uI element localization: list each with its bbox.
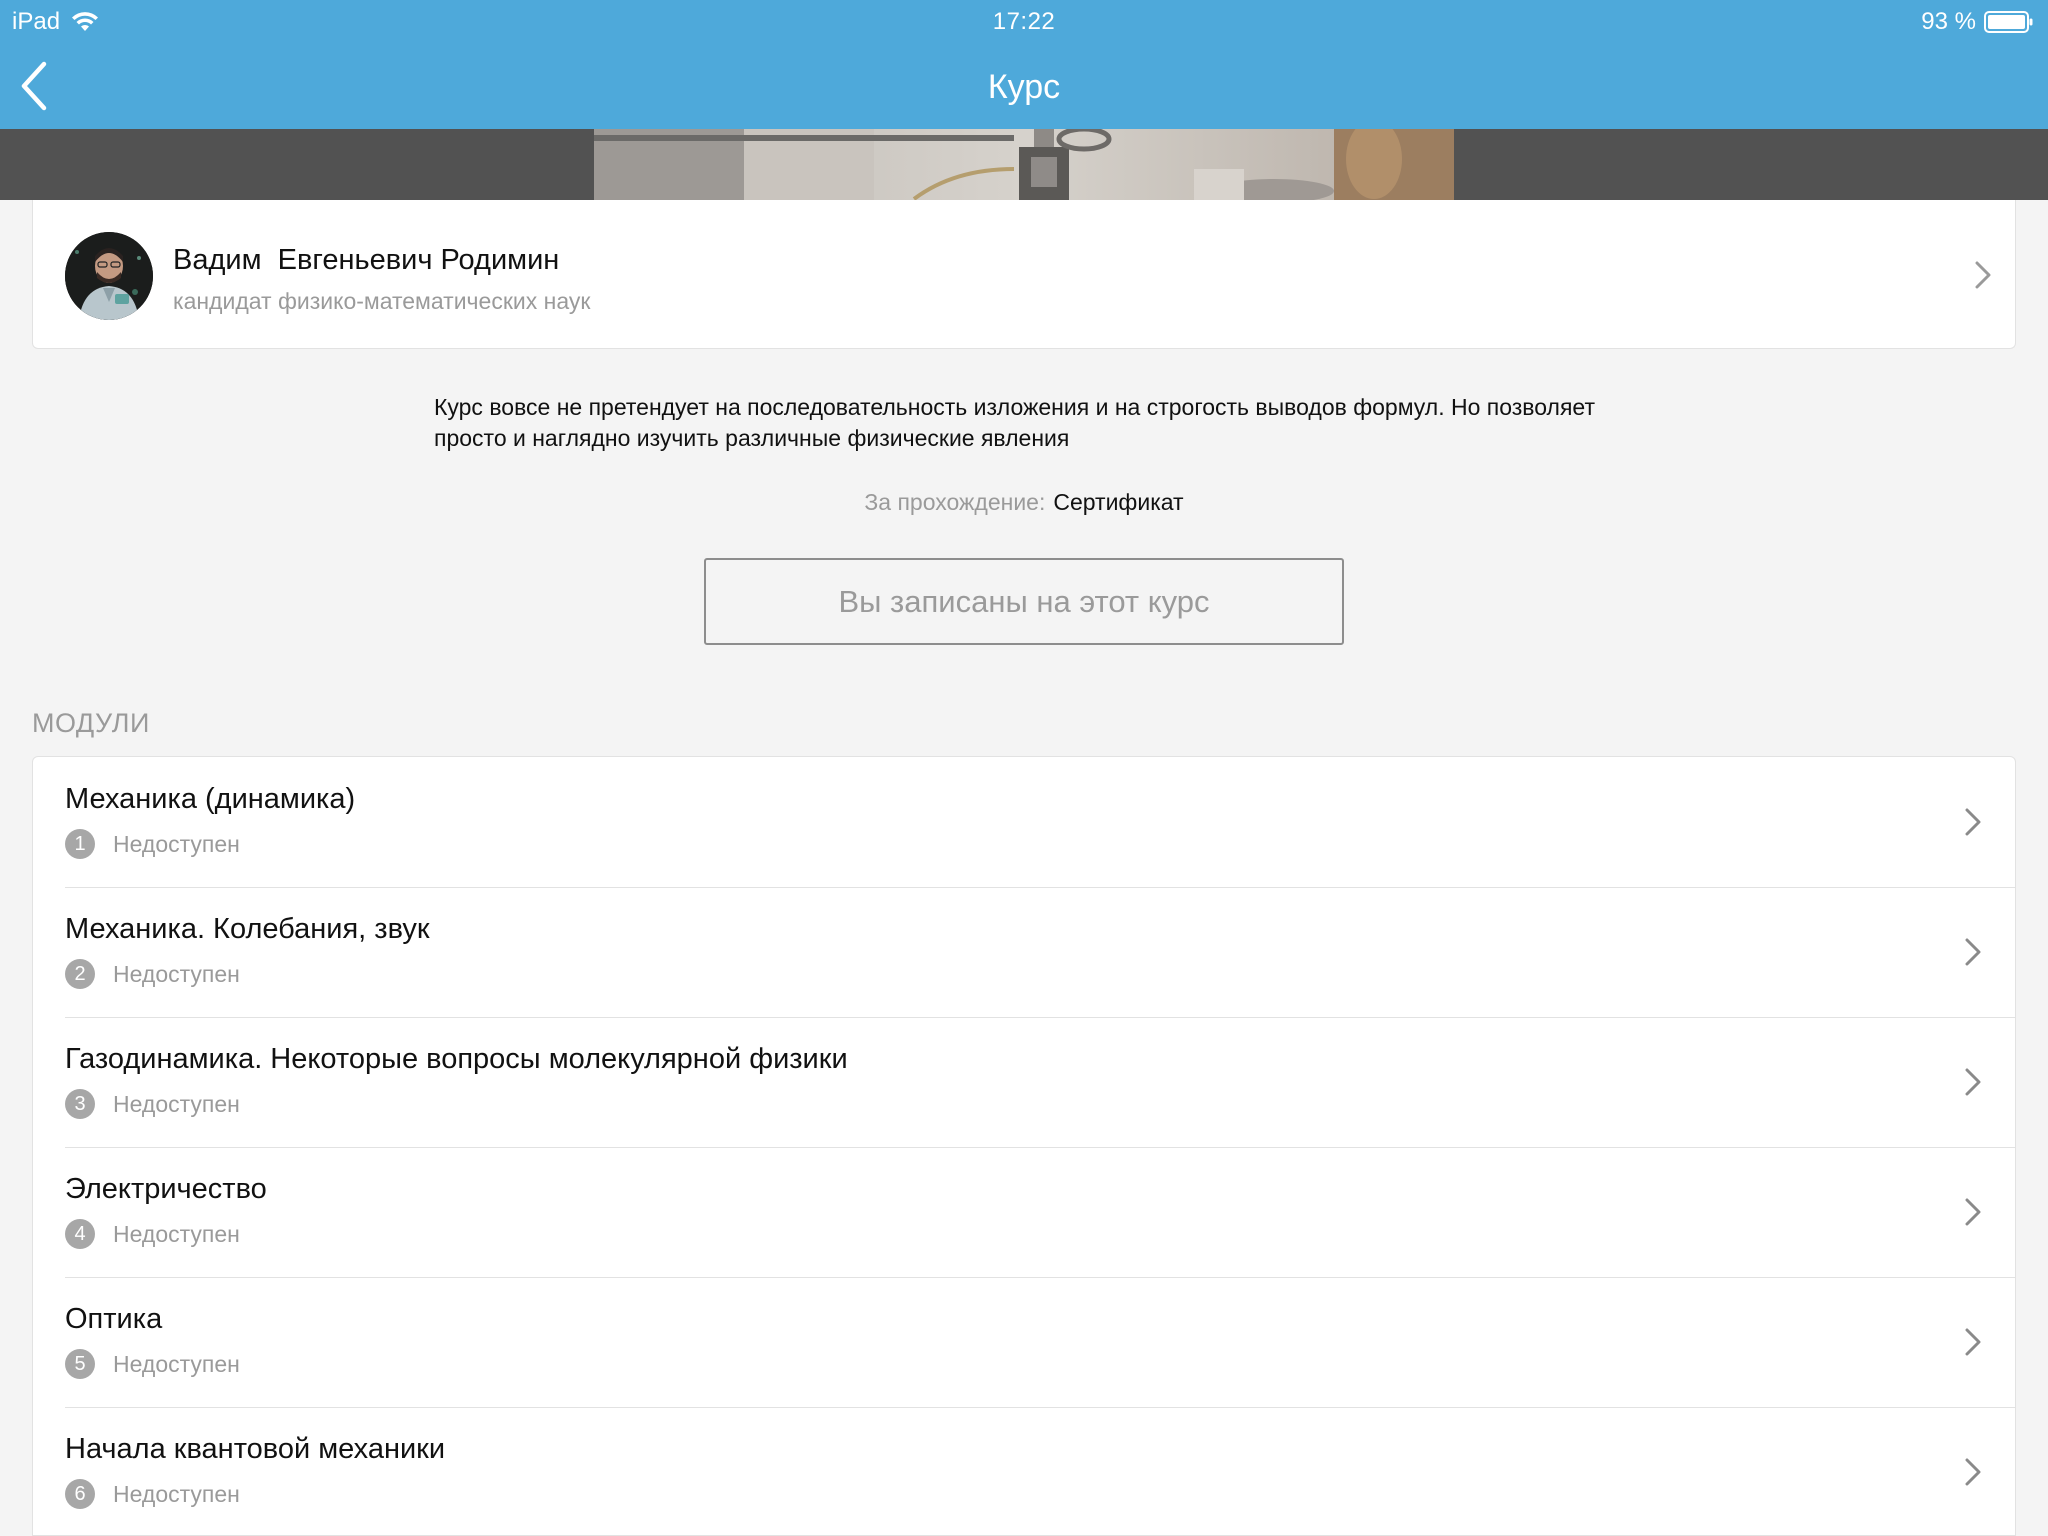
enrolled-button[interactable]: Вы записаны на этот курс xyxy=(704,558,1344,645)
module-title: Механика. Колебания, звук xyxy=(65,913,430,945)
module-status: Недоступен xyxy=(113,960,240,987)
module-status: Недоступен xyxy=(113,1480,240,1507)
module-status-row: 2 Недоступен xyxy=(65,959,240,989)
module-status-row: 5 Недоступен xyxy=(65,1349,240,1379)
module-item[interactable]: Механика (динамика) 1 Недоступен xyxy=(33,757,2015,887)
module-number-badge: 5 xyxy=(65,1349,95,1379)
module-title: Механика (динамика) xyxy=(65,783,356,815)
module-item[interactable]: Газодинамика. Некоторые вопросы молекуля… xyxy=(33,1017,2015,1147)
module-item[interactable]: Механика. Колебания, звук 2 Недоступен xyxy=(33,887,2015,1017)
module-status-row: 1 Недоступен xyxy=(65,829,240,859)
module-number-badge: 1 xyxy=(65,829,95,859)
module-status: Недоступен xyxy=(113,830,240,857)
chevron-right-icon xyxy=(1965,938,1981,966)
module-status-row: 6 Недоступен xyxy=(65,1479,240,1509)
course-description: Курс вовсе не претендует на последовател… xyxy=(434,394,1595,451)
chevron-right-icon xyxy=(1965,1458,1981,1486)
module-status: Недоступен xyxy=(113,1220,240,1247)
chevron-right-icon xyxy=(1965,1068,1981,1096)
nav-bar: Курс xyxy=(0,42,2048,129)
chevron-right-icon xyxy=(1965,1328,1981,1356)
module-title: Газодинамика. Некоторые вопросы молекуля… xyxy=(65,1043,848,1075)
module-title: Оптика xyxy=(65,1303,163,1335)
status-battery: 93 % xyxy=(1921,8,2034,36)
module-title: Начала квантовой механики xyxy=(65,1433,446,1465)
module-status: Недоступен xyxy=(113,1090,240,1117)
page-title: Курс xyxy=(987,68,1061,106)
module-number-badge: 4 xyxy=(65,1219,95,1249)
module-number-badge: 3 xyxy=(65,1089,95,1119)
chevron-right-icon xyxy=(1965,808,1981,836)
module-item[interactable]: Начала квантовой механики 6 Недоступен xyxy=(33,1407,2015,1535)
instructor-name: Вадим Евгеньевич Родимин xyxy=(173,244,560,276)
status-bar: iPad 17:22 93 % xyxy=(0,0,2048,42)
status-time: 17:22 xyxy=(992,8,1056,35)
module-item[interactable]: Электричество 4 Недоступен xyxy=(33,1147,2015,1277)
instructor-avatar xyxy=(65,232,153,320)
completion-label: За прохождение: xyxy=(864,489,1046,515)
completion-row: За прохождение: Сертификат xyxy=(0,489,2048,516)
modules-list: Механика (динамика) 1 Недоступен Механик… xyxy=(32,756,2016,1536)
module-title: Электричество xyxy=(65,1173,267,1205)
battery-percent: 93 % xyxy=(1921,8,1976,35)
module-status-row: 4 Недоступен xyxy=(65,1219,240,1249)
course-cover-strip xyxy=(0,129,2048,200)
modules-header: МОДУЛИ xyxy=(32,708,150,738)
module-number-badge: 2 xyxy=(65,959,95,989)
module-number-badge: 6 xyxy=(65,1479,95,1509)
module-status: Недоступен xyxy=(113,1350,240,1377)
battery-icon xyxy=(1984,11,2033,33)
instructor-card[interactable]: Вадим Евгеньевич Родимин кандидат физико… xyxy=(32,200,2016,349)
top-bar: iPad 17:22 93 % Курс xyxy=(0,0,2048,129)
course-cover-image xyxy=(594,129,1454,200)
chevron-right-icon xyxy=(1965,1198,1981,1226)
module-item[interactable]: Оптика 5 Недоступен xyxy=(33,1277,2015,1407)
chevron-right-icon xyxy=(1975,261,1991,289)
instructor-title: кандидат физико-математических наук xyxy=(173,288,591,314)
module-status-row: 3 Недоступен xyxy=(65,1089,240,1119)
completion-value: Сертификат xyxy=(1053,489,1184,515)
